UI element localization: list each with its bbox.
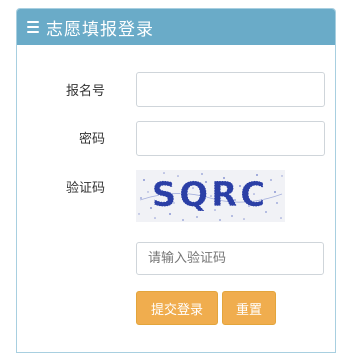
username-label: 报名号 [65, 84, 105, 99]
menu-icon [27, 21, 39, 33]
captcha-text: SQRC [152, 175, 269, 215]
username-input[interactable] [136, 72, 325, 107]
submit-button[interactable]: 提交登录 [136, 291, 218, 325]
reset-button[interactable]: 重置 [222, 291, 276, 325]
panel-title: 志愿填报登录 [46, 19, 154, 40]
panel-header: 志愿填报登录 [17, 9, 335, 45]
captcha-image[interactable]: SQRC [136, 170, 285, 222]
captcha-noise: SQRC [138, 172, 283, 221]
password-input[interactable] [136, 121, 325, 156]
captcha-label: 验证码 [65, 181, 105, 196]
password-label: 密码 [78, 132, 105, 147]
captcha-input[interactable] [136, 242, 324, 275]
